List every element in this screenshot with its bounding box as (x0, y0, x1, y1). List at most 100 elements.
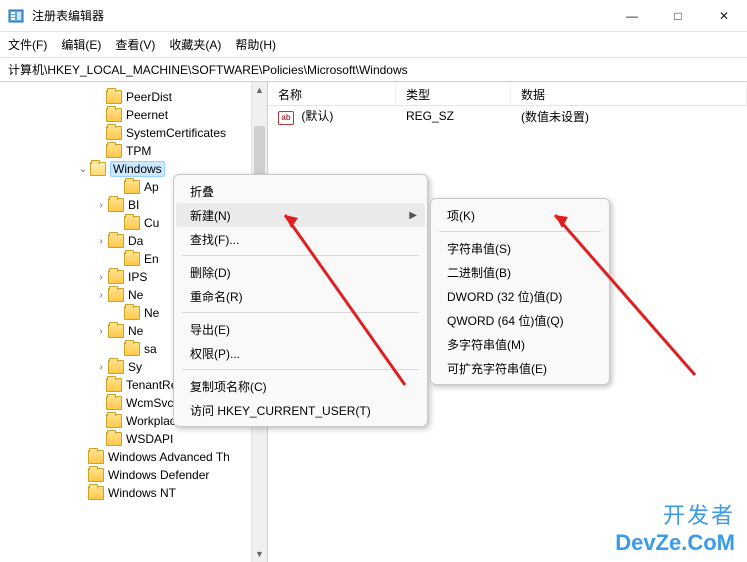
tree-item[interactable]: Windows Defender (0, 466, 267, 484)
collapse-icon[interactable]: ⌄ (76, 164, 90, 175)
cm-export[interactable]: 导出(E) (176, 317, 425, 341)
tree-item-label: Ne (128, 288, 143, 302)
tree-item-label: En (144, 252, 159, 266)
tree-item-label: SystemCertificates (126, 126, 226, 140)
col-header-data[interactable]: 数据 (511, 82, 747, 105)
folder-icon (108, 324, 124, 338)
folder-icon (106, 144, 122, 158)
tree-item[interactable]: WSDAPI (0, 430, 267, 448)
cm-new-qword[interactable]: QWORD (64 位)值(Q) (433, 308, 607, 332)
tree-item-label: TPM (126, 144, 151, 158)
tree-item-label: Windows Defender (108, 468, 209, 482)
cm-permissions[interactable]: 权限(P)... (176, 341, 425, 365)
separator (182, 255, 419, 256)
folder-icon (124, 252, 140, 266)
folder-icon (106, 90, 122, 104)
col-header-type[interactable]: 类型 (396, 82, 511, 105)
address-bar[interactable]: 计算机\HKEY_LOCAL_MACHINE\SOFTWARE\Policies… (0, 58, 747, 82)
folder-icon (106, 108, 122, 122)
tree-item-label: sa (144, 342, 157, 356)
cm-new-string[interactable]: 字符串值(S) (433, 236, 607, 260)
window-title: 注册表编辑器 (32, 7, 609, 24)
tree-item-label: IPS (128, 270, 147, 284)
cm-goto-hkcu[interactable]: 访问 HKEY_CURRENT_USER(T) (176, 398, 425, 422)
menu-favorites[interactable]: 收藏夹(A) (169, 36, 221, 53)
folder-icon (108, 234, 124, 248)
folder-open-icon (90, 162, 106, 176)
tree-item-label: Ne (128, 324, 143, 338)
value-data: (数值未设置) (511, 108, 747, 125)
expand-icon[interactable]: › (94, 200, 108, 211)
expand-icon[interactable]: › (94, 326, 108, 337)
cm-new-label: 新建(N) (190, 207, 231, 224)
col-header-name[interactable]: 名称 (268, 82, 396, 105)
cm-find[interactable]: 查找(F)... (176, 227, 425, 251)
tree-item-label: Windows NT (108, 486, 176, 500)
folder-icon (106, 378, 122, 392)
folder-icon (106, 414, 122, 428)
menu-file[interactable]: 文件(F) (8, 36, 47, 53)
tree-item[interactable]: Windows NT (0, 484, 267, 502)
menu-help[interactable]: 帮助(H) (235, 36, 276, 53)
separator (182, 312, 419, 313)
expand-icon[interactable]: › (94, 362, 108, 373)
cm-new-binary[interactable]: 二进制值(B) (433, 260, 607, 284)
tree-item[interactable]: SystemCertificates (0, 124, 267, 142)
submenu-arrow-icon: ▶ (409, 210, 417, 221)
tree-item-label: Cu (144, 216, 159, 230)
tree-item[interactable]: Peernet (0, 106, 267, 124)
cm-new-dword[interactable]: DWORD (32 位)值(D) (433, 284, 607, 308)
menu-view[interactable]: 查看(V) (115, 36, 155, 53)
tree-item-label: WcmSvc (126, 396, 173, 410)
close-button[interactable]: ✕ (701, 0, 747, 32)
folder-icon (124, 306, 140, 320)
tree-item-label: Peernet (126, 108, 168, 122)
tree-item-label: WSDAPI (126, 432, 173, 446)
cm-new-key[interactable]: 项(K) (433, 203, 607, 227)
address-path: 计算机\HKEY_LOCAL_MACHINE\SOFTWARE\Policies… (8, 61, 408, 78)
tree-item-label: Sy (128, 360, 142, 374)
maximize-button[interactable]: □ (655, 0, 701, 32)
menu-edit[interactable]: 编辑(E) (61, 36, 101, 53)
cm-new-expand-string[interactable]: 可扩充字符串值(E) (433, 356, 607, 380)
expand-icon[interactable]: › (94, 290, 108, 301)
folder-icon (108, 270, 124, 284)
values-header: 名称 类型 数据 (268, 82, 747, 106)
expand-icon[interactable]: › (94, 236, 108, 247)
cm-new[interactable]: 新建(N) ▶ (176, 203, 425, 227)
titlebar: 注册表编辑器 — □ ✕ (0, 0, 747, 32)
context-menu-new: 项(K) 字符串值(S) 二进制值(B) DWORD (32 位)值(D) QW… (430, 198, 610, 385)
string-value-icon: ab (278, 111, 294, 125)
cm-delete[interactable]: 删除(D) (176, 260, 425, 284)
folder-icon (124, 180, 140, 194)
folder-icon (124, 216, 140, 230)
tree-item[interactable]: PeerDist (0, 88, 267, 106)
folder-icon (88, 486, 104, 500)
separator (439, 231, 601, 232)
value-row[interactable]: ab (默认) REG_SZ (数值未设置) (268, 106, 747, 126)
folder-icon (108, 360, 124, 374)
cm-collapse[interactable]: 折叠 (176, 179, 425, 203)
cm-copy-key-name[interactable]: 复制项名称(C) (176, 374, 425, 398)
folder-icon (108, 288, 124, 302)
folder-icon (106, 396, 122, 410)
value-type: REG_SZ (396, 109, 511, 123)
tree-item-label: Ap (144, 180, 159, 194)
tree-item-label: Windows (110, 161, 165, 177)
folder-icon (106, 126, 122, 140)
tree-item-label: Windows Advanced Th (108, 450, 230, 464)
tree-item[interactable]: Windows Advanced Th (0, 448, 267, 466)
minimize-button[interactable]: — (609, 0, 655, 32)
cm-rename[interactable]: 重命名(R) (176, 284, 425, 308)
cm-new-multi-string[interactable]: 多字符串值(M) (433, 332, 607, 356)
tree-item-label: PeerDist (126, 90, 172, 104)
value-name: (默认) (301, 109, 333, 123)
scroll-down-icon[interactable]: ▼ (252, 546, 267, 562)
regedit-icon (8, 8, 24, 24)
folder-icon (106, 432, 122, 446)
expand-icon[interactable]: › (94, 272, 108, 283)
folder-icon (124, 342, 140, 356)
scroll-up-icon[interactable]: ▲ (252, 82, 267, 98)
tree-item[interactable]: TPM (0, 142, 267, 160)
context-menu-key: 折叠 新建(N) ▶ 查找(F)... 删除(D) 重命名(R) 导出(E) 权… (173, 174, 428, 427)
